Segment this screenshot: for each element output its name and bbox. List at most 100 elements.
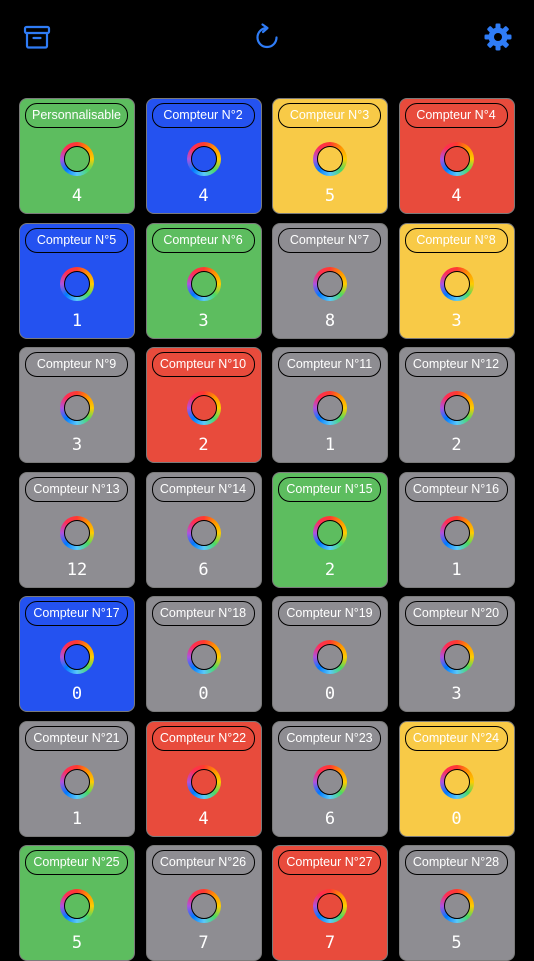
counter-name-label[interactable]: Compteur N°15 <box>278 476 381 502</box>
color-picker-icon[interactable] <box>186 266 221 301</box>
counter-tile[interactable]: Compteur N°7 8 <box>272 222 388 339</box>
counter-tile[interactable]: Compteur N°14 6 <box>145 471 262 588</box>
color-picker-icon[interactable] <box>186 515 221 550</box>
counter-tile[interactable]: Compteur N°15 2 <box>272 471 388 588</box>
color-swatch <box>190 270 217 297</box>
color-swatch <box>443 644 470 670</box>
counter-name-label[interactable]: Compteur N°3 <box>278 103 381 128</box>
color-swatch <box>190 893 217 919</box>
counter-tile[interactable]: Compteur N°3 5 <box>272 98 388 214</box>
color-picker-icon[interactable] <box>186 764 221 799</box>
counter-tile[interactable]: Compteur N°8 3 <box>398 222 515 339</box>
counter-tile[interactable]: Compteur N°25 5 <box>19 845 135 961</box>
counter-tile[interactable]: Compteur N°9 3 <box>19 347 135 463</box>
counter-name-label[interactable]: Compteur N°25 <box>25 850 128 875</box>
counter-tile[interactable]: Compteur N°6 3 <box>145 222 262 339</box>
counter-name-label[interactable]: Personnalisable <box>25 103 128 128</box>
counter-name-label[interactable]: Compteur N°22 <box>151 725 255 751</box>
counter-name-label[interactable]: Compteur N°23 <box>278 725 381 751</box>
color-picker-icon[interactable] <box>313 391 347 425</box>
counter-name-label[interactable]: Compteur N°12 <box>404 352 508 377</box>
refresh-button[interactable] <box>250 20 284 54</box>
counter-name-label[interactable]: Compteur N°26 <box>151 850 255 875</box>
counter-name-label[interactable]: Compteur N°21 <box>25 725 128 751</box>
counter-value: 8 <box>324 310 336 331</box>
color-picker-icon[interactable] <box>313 142 347 176</box>
counter-name-label[interactable]: Compteur N°8 <box>404 227 508 253</box>
counter-tile[interactable]: Compteur N°19 0 <box>272 596 388 712</box>
counter-name-label[interactable]: Compteur N°17 <box>25 601 128 626</box>
color-picker-icon[interactable] <box>313 640 347 674</box>
counter-tile[interactable]: Compteur N°17 0 <box>19 596 135 712</box>
counter-name-label[interactable]: Compteur N°11 <box>278 352 381 377</box>
counter-tile[interactable]: Compteur N°11 1 <box>272 347 388 463</box>
counter-tile[interactable]: Compteur N°23 6 <box>272 720 388 837</box>
counter-name-label[interactable]: Compteur N°10 <box>151 352 255 377</box>
color-picker-icon[interactable] <box>60 391 94 425</box>
color-picker-icon[interactable] <box>186 889 221 923</box>
counter-tile[interactable]: Compteur N°13 12 <box>19 471 135 588</box>
counter-tile[interactable]: Compteur N°5 1 <box>19 222 135 339</box>
refresh-icon <box>252 22 282 52</box>
counter-name-label[interactable]: Compteur N°24 <box>404 725 508 751</box>
counter-name-label[interactable]: Compteur N°9 <box>25 352 128 377</box>
counter-name-label[interactable]: Compteur N°14 <box>151 476 255 502</box>
counter-name-label[interactable]: Compteur N°28 <box>404 850 508 875</box>
archive-box-icon <box>22 22 52 52</box>
counter-tile[interactable]: Compteur N°16 1 <box>398 471 515 588</box>
color-picker-icon[interactable] <box>439 889 474 923</box>
color-swatch <box>443 395 470 421</box>
counter-tile[interactable]: Compteur N°27 7 <box>272 845 388 961</box>
counter-name-label[interactable]: Compteur N°4 <box>404 103 508 128</box>
counter-name-label[interactable]: Compteur N°5 <box>25 227 128 253</box>
color-picker-icon[interactable] <box>439 266 474 301</box>
color-picker-icon[interactable] <box>439 391 474 425</box>
counter-tile[interactable]: Compteur N°10 2 <box>145 347 262 463</box>
color-picker-icon[interactable] <box>60 266 94 301</box>
counter-name-label[interactable]: Compteur N°16 <box>404 476 508 502</box>
counter-value: 3 <box>451 310 462 331</box>
color-picker-icon[interactable] <box>186 391 221 425</box>
counter-tile[interactable]: Compteur N°18 0 <box>145 596 262 712</box>
color-picker-icon[interactable] <box>313 515 347 550</box>
color-picker-icon[interactable] <box>439 142 474 176</box>
counter-name-label[interactable]: Compteur N°20 <box>404 601 508 626</box>
counter-tile[interactable]: Compteur N°28 5 <box>398 845 515 961</box>
color-picker-icon[interactable] <box>60 640 94 674</box>
counter-name-label[interactable]: Compteur N°18 <box>151 601 255 626</box>
color-swatch <box>317 893 343 919</box>
counter-value: 3 <box>71 435 83 455</box>
archive-button[interactable] <box>20 20 54 54</box>
counter-tile[interactable]: Compteur N°20 3 <box>398 596 515 712</box>
color-picker-icon[interactable] <box>439 515 474 550</box>
counter-name-label[interactable]: Compteur N°6 <box>151 227 255 253</box>
counter-tile[interactable]: Compteur N°21 1 <box>19 720 135 837</box>
color-picker-icon[interactable] <box>186 640 221 674</box>
counter-tile[interactable]: Compteur N°26 7 <box>145 845 262 961</box>
color-picker-icon[interactable] <box>60 142 94 176</box>
color-swatch <box>443 768 470 795</box>
settings-button[interactable] <box>481 20 515 54</box>
counter-tile[interactable]: Compteur N°2 4 <box>145 98 262 214</box>
color-picker-icon[interactable] <box>60 764 94 799</box>
color-picker-icon[interactable] <box>313 764 347 799</box>
counter-name-label[interactable]: Compteur N°27 <box>278 850 381 875</box>
counter-tile[interactable]: Compteur N°24 0 <box>398 720 515 837</box>
color-picker-icon[interactable] <box>313 889 347 923</box>
counter-tile[interactable]: Compteur N°12 2 <box>398 347 515 463</box>
color-picker-icon[interactable] <box>439 640 474 674</box>
counter-name-label[interactable]: Compteur N°2 <box>151 103 255 128</box>
counter-name-label[interactable]: Compteur N°19 <box>278 601 381 626</box>
color-swatch <box>64 270 90 297</box>
color-picker-icon[interactable] <box>60 515 94 550</box>
counter-name-label[interactable]: Compteur N°13 <box>25 476 128 502</box>
color-picker-icon[interactable] <box>186 142 221 176</box>
counter-grid: Personnalisable 4 Compteur N°2 4 Compteur N°… <box>19 98 515 961</box>
counter-tile[interactable]: Personnalisable 4 <box>19 98 135 214</box>
counter-name-label[interactable]: Compteur N°7 <box>278 227 381 253</box>
counter-tile[interactable]: Compteur N°4 4 <box>398 98 515 214</box>
color-picker-icon[interactable] <box>313 266 347 301</box>
color-picker-icon[interactable] <box>60 889 94 923</box>
counter-tile[interactable]: Compteur N°22 4 <box>145 720 262 837</box>
color-picker-icon[interactable] <box>439 764 474 799</box>
